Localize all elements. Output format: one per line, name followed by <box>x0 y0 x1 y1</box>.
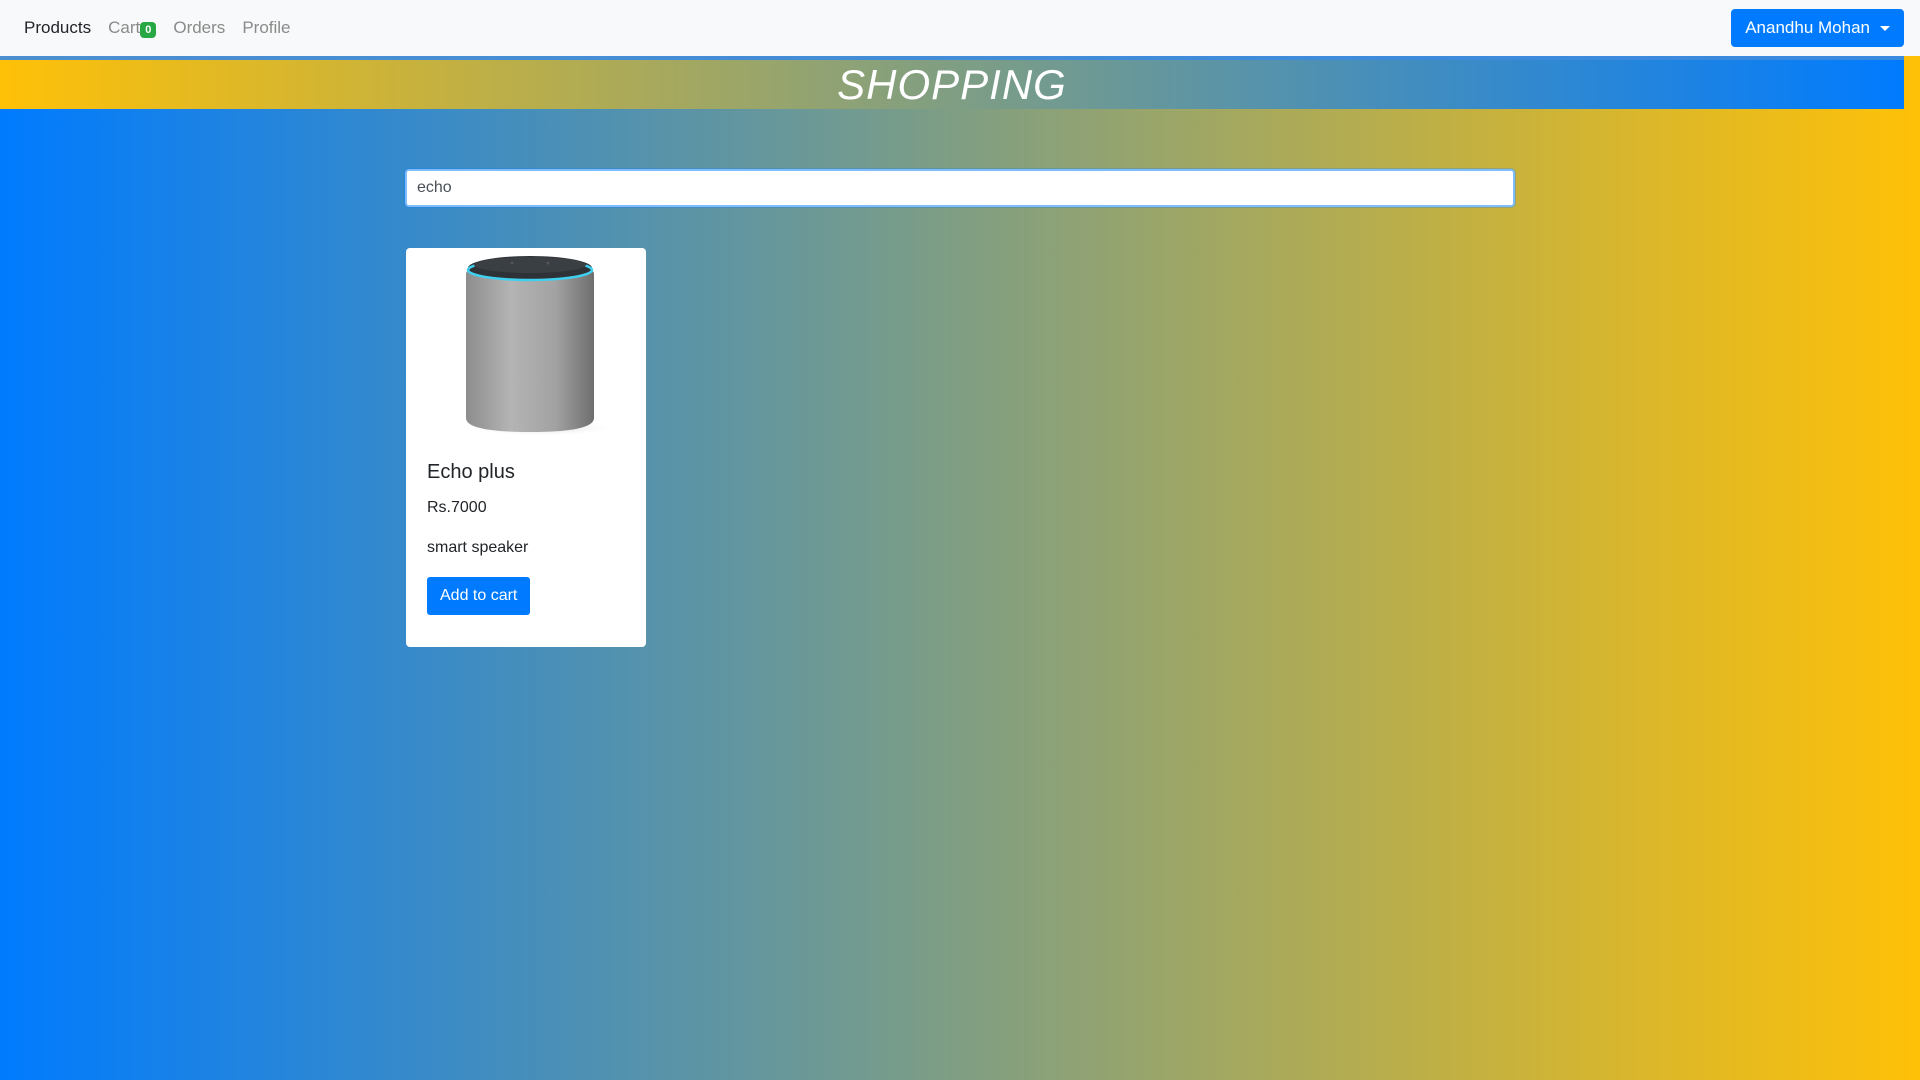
cart-count-badge: 0 <box>140 22 157 38</box>
nav-cart-label: Cart <box>108 18 141 37</box>
nav-profile-link[interactable]: Profile <box>242 18 290 38</box>
product-name: Echo plus <box>427 461 515 483</box>
nav-products-link[interactable]: Products <box>24 18 91 38</box>
add-to-cart-button[interactable]: Add to cart <box>427 577 531 615</box>
nav-orders-link[interactable]: Orders <box>173 18 225 38</box>
nav-cart-link[interactable]: Cart 0 <box>108 18 157 38</box>
chevron-down-icon <box>1880 25 1890 31</box>
product-description: smart speaker <box>427 539 529 556</box>
user-name-label: Anandhu Mohan <box>1745 18 1870 37</box>
user-dropdown-button[interactable]: Anandhu Mohan <box>1731 9 1904 47</box>
navbar: Products Cart 0 Orders Profile Anandhu Mo… <box>0 0 1920 56</box>
banner-title: SHOPPING <box>837 60 1067 108</box>
smart-speaker-image <box>464 256 616 436</box>
banner: SHOPPING <box>0 60 1904 109</box>
search-input[interactable] <box>405 169 1515 207</box>
product-price: Rs.7000 <box>427 499 487 516</box>
product-card: Echo plus Rs.7000 smart speaker Add to c… <box>406 248 646 647</box>
